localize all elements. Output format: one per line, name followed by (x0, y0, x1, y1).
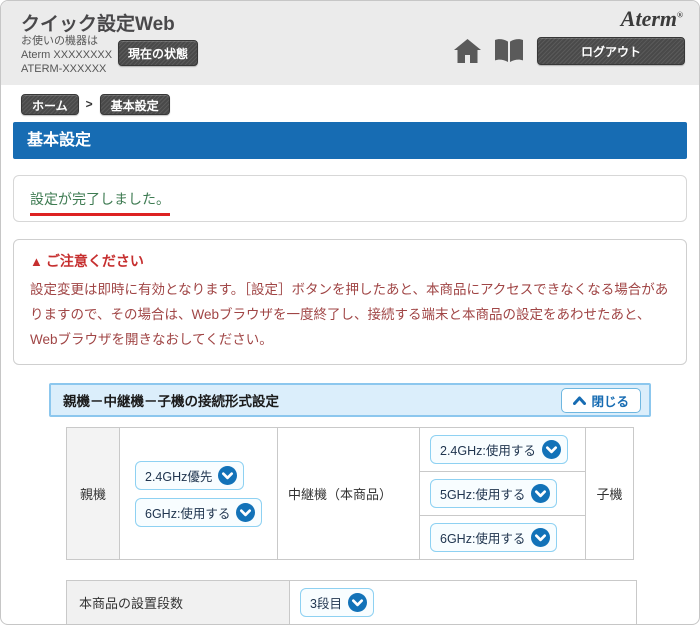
breadcrumb-separator: > (86, 97, 93, 111)
device-model: Aterm XXXXXXXX (21, 48, 112, 62)
chevron-down-circle-icon (531, 484, 550, 503)
header-actions: ログアウト (454, 37, 685, 65)
completion-message: 設定が完了しました。 (30, 189, 170, 216)
chevron-up-icon (573, 396, 586, 405)
logout-button[interactable]: ログアウト (537, 37, 685, 65)
device-intro: お使いの機器は (21, 34, 112, 48)
device-info: お使いの機器は Aterm XXXXXXXX ATERM-XXXXXX (21, 34, 112, 76)
breadcrumb-home[interactable]: ホーム (21, 94, 79, 115)
child-dropdown-cell: 6GHz:使用する (420, 516, 586, 560)
completion-message-box: 設定が完了しました。 (13, 175, 687, 222)
placement-value-cell: 3段目 (290, 581, 637, 625)
dropdown-placement-tier[interactable]: 3段目 (300, 588, 374, 617)
child-device-label: 子機 (586, 428, 634, 560)
connection-panel-title: 親機－中継機－子機の接続形式設定 (63, 390, 279, 410)
relay-device-label: 中継機（本商品） (278, 428, 420, 560)
placement-table: 本商品の設置段数 3段目 (66, 580, 637, 625)
notice-box: ▲ ご注意ください 設定変更は即時に有効となります。［設定］ボタンを押したあと、… (13, 239, 687, 365)
dropdown-parent-6ghz[interactable]: 6GHz:使用する (135, 498, 262, 527)
chevron-down-circle-icon (236, 503, 255, 522)
parent-device-label: 親機 (67, 428, 120, 560)
header: クイック設定Web お使いの機器は Aterm XXXXXXXX ATERM-X… (1, 1, 699, 85)
breadcrumb-current[interactable]: 基本設定 (100, 94, 170, 115)
parent-dropdown-cell: 2.4GHz優先 6GHz:使用する (120, 428, 278, 560)
collapse-button-label: 閉じる (591, 391, 629, 410)
page-title: 基本設定 (13, 122, 687, 159)
aterm-logo: Aterm® (621, 6, 683, 32)
device-name: ATERM-XXXXXX (21, 62, 112, 76)
notice-body: 設定変更は即時に有効となります。［設定］ボタンを押したあと、本商品にアクセスでき… (30, 277, 670, 352)
table-row: 親機 2.4GHz優先 6GHz:使用する 中継 (67, 428, 634, 472)
placement-label: 本商品の設置段数 (67, 581, 290, 625)
chevron-down-circle-icon (531, 528, 550, 547)
notice-title: ▲ ご注意ください (30, 251, 670, 271)
notice-title-text: ご注意ください (46, 251, 144, 271)
collapse-panel-button[interactable]: 閉じる (561, 388, 641, 413)
connection-panel-header: 親機－中継機－子機の接続形式設定 閉じる (49, 383, 651, 417)
manual-book-icon[interactable] (494, 39, 524, 63)
dropdown-child-24ghz[interactable]: 2.4GHz:使用する (430, 435, 568, 464)
connection-table: 親機 2.4GHz優先 6GHz:使用する 中継 (66, 427, 634, 560)
child-dropdown-cell: 2.4GHz:使用する (420, 428, 586, 472)
current-status-button[interactable]: 現在の状態 (118, 40, 198, 66)
table-row: 本商品の設置段数 3段目 (67, 581, 637, 625)
registered-mark: ® (677, 11, 683, 20)
dropdown-child-5ghz[interactable]: 5GHz:使用する (430, 479, 557, 508)
chevron-down-circle-icon (542, 440, 561, 459)
breadcrumb: ホーム > 基本設定 (21, 93, 699, 115)
page-container: クイック設定Web お使いの機器は Aterm XXXXXXXX ATERM-X… (0, 0, 700, 625)
child-dropdown-cell: 5GHz:使用する (420, 472, 586, 516)
dropdown-parent-24ghz[interactable]: 2.4GHz優先 (135, 461, 244, 490)
home-icon[interactable] (454, 39, 481, 63)
dropdown-child-6ghz[interactable]: 6GHz:使用する (430, 523, 557, 552)
warning-triangle-icon: ▲ (30, 255, 43, 268)
chevron-down-circle-icon (218, 466, 237, 485)
chevron-down-circle-icon (348, 593, 367, 612)
app-title: クイック設定Web (21, 9, 175, 36)
